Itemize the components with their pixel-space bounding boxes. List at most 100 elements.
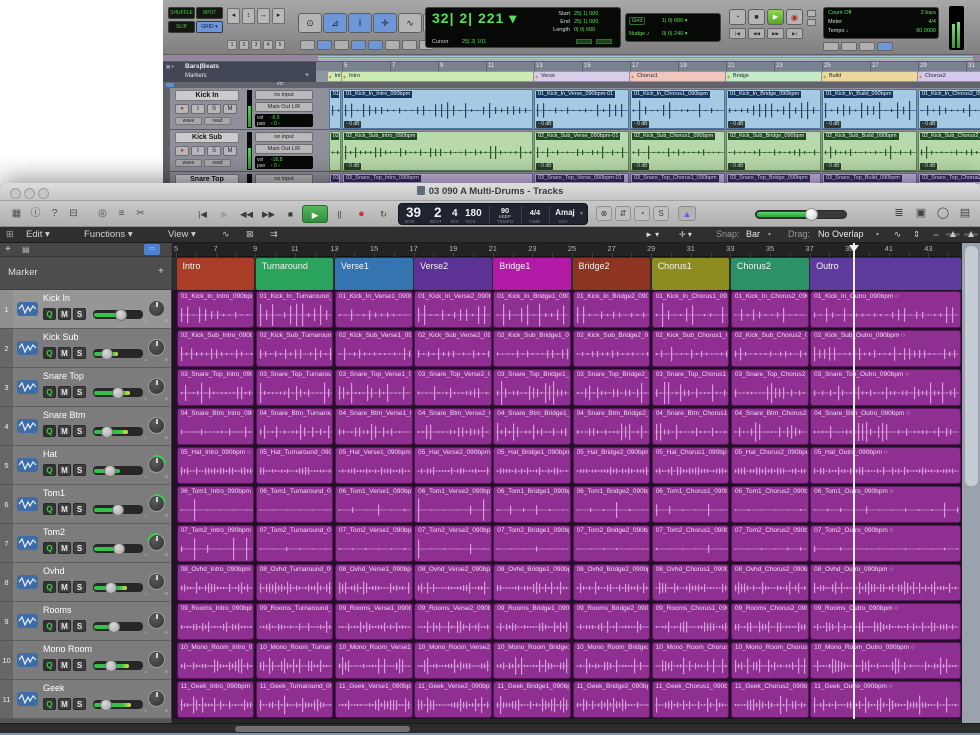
pt-selector-tool[interactable]: I — [348, 13, 372, 33]
quantize-button[interactable]: Q — [43, 542, 56, 554]
vertical-zoom-icon[interactable]: ⇕ — [913, 229, 920, 240]
pt-marker-verse[interactable]: ◆Verse — [534, 72, 629, 81]
pt-edit-option-button-5[interactable] — [385, 40, 400, 50]
solo-button[interactable]: S — [73, 542, 86, 554]
pt-main-location[interactable]: 32| 2| 221 ▾ — [432, 10, 517, 27]
track-header-02_kick_sub[interactable]: Kick SubQMSLR — [13, 329, 172, 368]
waveform-zoom-icon[interactable]: ∿ — [894, 229, 901, 240]
region-05_hat-chorus2[interactable]: 05_Hat_Chorus2_090bpm — [731, 447, 809, 484]
volume-slider-thumb[interactable] — [112, 504, 124, 516]
mute-button[interactable]: M — [58, 620, 71, 632]
pt-mode-spot[interactable]: SPOT — [196, 7, 223, 19]
marker-intro[interactable]: Intro — [177, 258, 255, 290]
tuner-button[interactable]: ◔ — [634, 206, 650, 221]
track-name[interactable]: Kick Sub — [43, 332, 139, 342]
track-header-08_ovhd[interactable]: OvhdQMSLR — [13, 563, 172, 602]
pt-conductor-button[interactable] — [859, 42, 875, 51]
region-01_kick_in-verse2[interactable]: 01_Kick_In_Verse2_090bpm — [414, 291, 492, 328]
region-05_hat-chorus1[interactable]: 05_Hat_Chorus1_090bpm — [652, 447, 730, 484]
region-03_snare_top-outro[interactable]: 03_Snare_Top_Outro_090bpm ○ — [810, 369, 961, 406]
pt-view-selector-wave[interactable]: wave — [175, 159, 202, 167]
pt-region[interactable]: 01_Kick_In_Verse_090bpm-01◦ 0 dB — [534, 89, 629, 129]
pt-edit-option-button-0[interactable] — [300, 40, 315, 50]
record-button[interactable]: ● — [351, 205, 372, 223]
drag-chevron-icon[interactable]: ▾ — [876, 231, 879, 238]
pt-zoom-preset-1[interactable]: 1 — [227, 40, 237, 50]
pan-knob[interactable] — [148, 417, 165, 434]
play-from-selection-button[interactable]: ▶ — [214, 205, 235, 223]
master-level-button[interactable]: ▲ — [678, 206, 696, 221]
pt-nudge-value[interactable]: 0| 0| 240 ▾ — [662, 31, 688, 37]
region-05_hat-bridge1[interactable]: 05_Hat_Bridge1_090bpm — [493, 447, 571, 484]
pt-grabber-tool[interactable]: ✛ — [373, 13, 397, 33]
region-06_tom1-chorus1[interactable]: 06_Tom1_Chorus1_090bpm — [652, 486, 730, 523]
region-11_geek-bridge1[interactable]: 11_Geek_Bridge1_090bpm — [493, 681, 571, 718]
play-button[interactable]: ▶ — [302, 205, 328, 223]
region-06_tom1-bridge2[interactable]: 06_Tom1_Bridge2_090bpm — [573, 486, 651, 523]
region-09_rooms-chorus2[interactable]: 09_Rooms_Chorus2_090bpm — [731, 603, 809, 640]
volume-slider-thumb[interactable] — [101, 348, 113, 360]
mute-button[interactable]: M — [58, 464, 71, 476]
lcd-time-signature[interactable]: 4/4 — [524, 208, 546, 217]
pt-region[interactable]: 02_Kick_Sub_Verse_090bpm-01◦ 0 dB — [534, 131, 629, 171]
region-01_kick_in-outro[interactable]: 01_Kick_In_Outro_090bpm ○ — [810, 291, 961, 328]
pt-post-roll-button[interactable] — [807, 19, 816, 26]
pt-region[interactable]: 02_Kick_Sub_Build_090bpm◦ 0 dB — [822, 131, 917, 171]
region-07_tom2-chorus1[interactable]: 07_Tom2_Chorus1_090bpm — [652, 525, 730, 562]
quick-help-icon[interactable]: ? — [46, 205, 63, 222]
command-click-tool-menu[interactable]: ✛ ▾ — [679, 230, 692, 239]
pt-mode-shuffle[interactable]: SHUFFLE — [168, 7, 195, 19]
pt-zoom-control-2[interactable]: ↔ — [257, 8, 270, 24]
pt-session-display[interactable]: Count Off2 barsMeter4/4Tempo ♩90.0000 — [823, 7, 939, 39]
volume-slider[interactable] — [93, 349, 143, 358]
pt-count-off-button[interactable] — [841, 42, 857, 51]
volume-slider[interactable] — [93, 661, 143, 670]
region-02_kick_sub-verse2[interactable]: 02_Kick_Sub_Verse2_090bpm — [414, 330, 492, 367]
region-07_tom2-intro[interactable]: 07_Tom2_Intro_090bpm — [177, 525, 255, 562]
pan-knob[interactable] — [148, 651, 165, 668]
region-10_mono_room-bridge2[interactable]: 10_Mono_Room_Bridge2_090bpm — [573, 642, 651, 679]
volume-slider-thumb[interactable] — [104, 465, 116, 477]
pt-edit-option-button-2[interactable] — [334, 40, 349, 50]
pt-metronome-button[interactable] — [823, 42, 839, 51]
marquee-icon[interactable]: ⊠ — [246, 229, 254, 240]
lcd-tick[interactable]: 180 — [465, 208, 482, 219]
volume-slider[interactable] — [93, 505, 143, 514]
region-10_mono_room-verse1[interactable]: 10_Mono_Room_Verse1_090bpm — [335, 642, 413, 679]
pt-solo-button[interactable]: S — [207, 104, 221, 114]
pt-zoomer-tool[interactable]: ⊙ — [298, 13, 322, 33]
solo-mode-button[interactable]: S — [653, 206, 669, 221]
pt-locate-button-3[interactable]: ▶| — [786, 28, 803, 39]
marker-chorus1[interactable]: Chorus1 — [652, 258, 730, 290]
pt-marker-bridge[interactable]: ◆Bridge — [726, 72, 821, 81]
region-06_tom1-turnaround[interactable]: 06_Tom1_Turnaround_090bpm — [256, 486, 334, 523]
region-09_rooms-intro[interactable]: 09_Rooms_Intro_090bpm — [177, 603, 255, 640]
region-06_tom1-intro[interactable]: 06_Tom1_Intro_090bpm — [177, 486, 255, 523]
track-name[interactable]: Geek — [43, 683, 139, 693]
pt-track-grip[interactable] — [163, 130, 170, 172]
volume-slider-thumb[interactable] — [101, 426, 113, 438]
solo-button[interactable]: S — [73, 308, 86, 320]
solo-button[interactable]: S — [73, 581, 86, 593]
marker-bridge1[interactable]: Bridge1 — [493, 258, 571, 290]
pt-zoom-preset-3[interactable]: 3 — [251, 40, 261, 50]
pt-region[interactable]: 01_Kick_In_Chorus1_090bpm◦ 0 dB — [630, 89, 725, 129]
pt-zoom-preset-4[interactable]: 4 — [263, 40, 273, 50]
pt-mute-button[interactable]: M — [223, 104, 237, 114]
region-05_hat-verse2[interactable]: 05_Hat_Verse2_090bpm — [414, 447, 492, 484]
pt-track-grip[interactable] — [163, 88, 170, 130]
region-07_tom2-turnaround[interactable]: 07_Tom2_Turnaround_090bpm — [256, 525, 334, 562]
region-02_kick_sub-intro[interactable]: 02_Kick_Sub_Intro_090bpm — [177, 330, 255, 367]
add-marker-button[interactable]: + — [158, 266, 164, 277]
tracks-area-icon[interactable]: ⊞ — [6, 229, 14, 240]
quantize-button[interactable]: Q — [43, 659, 56, 671]
region-11_geek-verse2[interactable]: 11_Geek_Verse2_090bpm — [414, 681, 492, 718]
region-07_tom2-bridge1[interactable]: 07_Tom2_Bridge1_090bpm — [493, 525, 571, 562]
volume-slider-thumb[interactable] — [113, 543, 125, 555]
pt-mode-slip[interactable]: SLIP — [168, 21, 195, 33]
region-11_geek-chorus2[interactable]: 11_Geek_Chorus2_090bpm — [731, 681, 809, 718]
region-01_kick_in-bridge1[interactable]: 01_Kick_In_Bridge1_090bpm — [493, 291, 571, 328]
pt-clip-gain-badge[interactable]: ◦ 0 dB — [344, 163, 361, 170]
region-11_geek-turnaround[interactable]: 11_Geek_Turnaround_090bpm — [256, 681, 334, 718]
pt-edit-option-button-4[interactable] — [368, 40, 383, 50]
